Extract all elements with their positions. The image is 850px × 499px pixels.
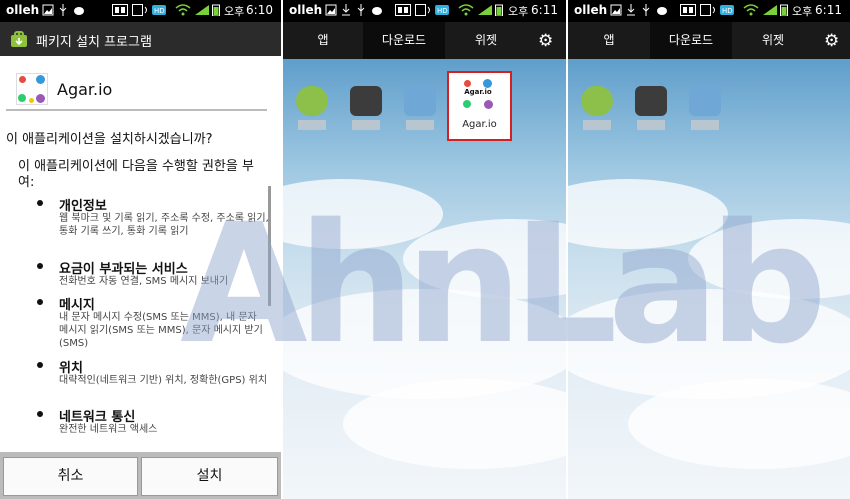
bullet bbox=[37, 411, 43, 417]
app-label-blurred bbox=[352, 120, 380, 130]
app-icon-blurred[interactable] bbox=[346, 86, 386, 138]
bullet bbox=[37, 362, 43, 368]
status-bar: olleh HD 오후 6:11 bbox=[568, 0, 850, 22]
nfc-icon bbox=[680, 4, 696, 16]
signal-icon bbox=[194, 4, 210, 16]
settings-gear-icon[interactable]: ⚙ bbox=[538, 31, 553, 51]
agario-icon: Agar.io bbox=[463, 79, 493, 109]
nfc-icon bbox=[112, 4, 128, 16]
image-notification-icon bbox=[42, 4, 54, 16]
ampm-label: 오후 bbox=[508, 5, 529, 18]
hd-voice-icon: HD bbox=[435, 4, 449, 16]
usb-icon bbox=[641, 4, 651, 16]
divider bbox=[6, 109, 267, 111]
hd-voice-icon: HD bbox=[720, 4, 734, 16]
bullet bbox=[37, 299, 43, 305]
cancel-button[interactable]: 취소 bbox=[3, 457, 138, 496]
android-debug-icon bbox=[656, 4, 668, 16]
status-bar: olleh HD 오후 6:10 bbox=[0, 0, 281, 22]
app-icon-blurred[interactable] bbox=[631, 86, 671, 138]
battery-icon bbox=[780, 4, 788, 17]
tab-widgets[interactable]: 위젯 bbox=[445, 22, 527, 59]
page-title: 패키지 설치 프로그램 bbox=[36, 35, 152, 50]
app-icon-blurred[interactable] bbox=[292, 86, 332, 138]
image-notification-icon bbox=[325, 4, 337, 16]
drawer-tabs: 앱 다운로드 위젯 ⚙ bbox=[283, 22, 566, 61]
app-icon-image bbox=[635, 86, 667, 116]
nfc-icon bbox=[395, 4, 411, 16]
app-label-blurred bbox=[298, 120, 326, 130]
agario-icon-text: Agar.io bbox=[464, 88, 492, 96]
app-icon bbox=[16, 73, 48, 105]
carrier-label: olleh bbox=[289, 3, 323, 17]
time-label: 6:10 bbox=[246, 3, 273, 17]
permission-desc: 완전한 네트워크 액세스 bbox=[59, 424, 158, 435]
status-bar: olleh HD 오후 6:11 bbox=[283, 0, 566, 22]
app-name: Agar.io bbox=[57, 80, 113, 99]
vibrate-icon bbox=[415, 4, 431, 16]
vibrate-icon bbox=[700, 4, 716, 16]
hd-voice-icon: HD bbox=[152, 4, 166, 16]
download-icon bbox=[626, 4, 636, 16]
bullet bbox=[37, 263, 43, 269]
wifi-icon bbox=[743, 4, 759, 16]
settings-gear-icon[interactable]: ⚙ bbox=[824, 31, 839, 51]
image-notification-icon bbox=[610, 4, 622, 16]
android-debug-icon bbox=[371, 4, 383, 16]
app-icon-image bbox=[350, 86, 382, 116]
signal-icon bbox=[477, 4, 493, 16]
drawer-tabs: 앱 다운로드 위젯 ⚙ bbox=[568, 22, 850, 61]
package-installer-icon bbox=[9, 29, 29, 53]
tab-downloads[interactable]: 다운로드 bbox=[650, 22, 732, 61]
permissions-intro: 이 애플리케이션에 다음을 수행할 권한을 부여: bbox=[18, 159, 254, 190]
app-icon-image bbox=[689, 86, 721, 116]
svg-text:HD: HD bbox=[722, 7, 733, 15]
app-icon-blurred[interactable] bbox=[577, 86, 617, 138]
ampm-label: 오후 bbox=[224, 5, 245, 18]
install-button[interactable]: 설치 bbox=[141, 457, 278, 496]
button-bar: 취소 설치 bbox=[0, 452, 281, 499]
time-label: 6:11 bbox=[531, 3, 558, 17]
app-label-blurred bbox=[637, 120, 665, 130]
wifi-icon bbox=[175, 4, 191, 16]
title-bar: 패키지 설치 프로그램 bbox=[0, 22, 281, 56]
app-label: Agar.io bbox=[462, 119, 497, 130]
app-icon-image bbox=[581, 86, 613, 116]
tab-widgets[interactable]: 위젯 bbox=[732, 22, 814, 59]
battery-icon bbox=[495, 4, 503, 17]
bullet bbox=[37, 200, 43, 206]
battery-icon bbox=[212, 4, 220, 17]
signal-icon bbox=[762, 4, 778, 16]
wifi-icon bbox=[458, 4, 474, 16]
app-label-blurred bbox=[406, 120, 434, 130]
vibrate-icon bbox=[132, 4, 148, 16]
usb-icon bbox=[356, 4, 366, 16]
download-icon bbox=[341, 4, 351, 16]
tab-downloads[interactable]: 다운로드 bbox=[363, 22, 445, 61]
cloud bbox=[343, 379, 566, 469]
ampm-label: 오후 bbox=[792, 5, 813, 18]
install-question: 이 애플리케이션을 설치하시겠습니까? bbox=[6, 132, 213, 147]
tab-apps[interactable]: 앱 bbox=[283, 22, 363, 59]
app-label-blurred bbox=[583, 120, 611, 130]
watermark: AhnLab bbox=[180, 188, 827, 380]
carrier-label: olleh bbox=[6, 3, 40, 17]
svg-text:HD: HD bbox=[437, 7, 448, 15]
app-icon-image bbox=[296, 86, 328, 116]
svg-text:HD: HD bbox=[154, 7, 165, 15]
time-label: 6:11 bbox=[815, 3, 842, 17]
highlighted-app-agario[interactable]: Agar.io Agar.io bbox=[447, 71, 512, 141]
app-icon-blurred[interactable] bbox=[685, 86, 725, 138]
app-label-blurred bbox=[691, 120, 719, 130]
tab-apps[interactable]: 앱 bbox=[568, 22, 650, 59]
app-icon-image bbox=[404, 86, 436, 116]
carrier-label: olleh bbox=[574, 3, 608, 17]
usb-icon bbox=[58, 4, 68, 16]
android-debug-icon bbox=[73, 4, 85, 16]
app-icon-blurred[interactable] bbox=[400, 86, 440, 138]
